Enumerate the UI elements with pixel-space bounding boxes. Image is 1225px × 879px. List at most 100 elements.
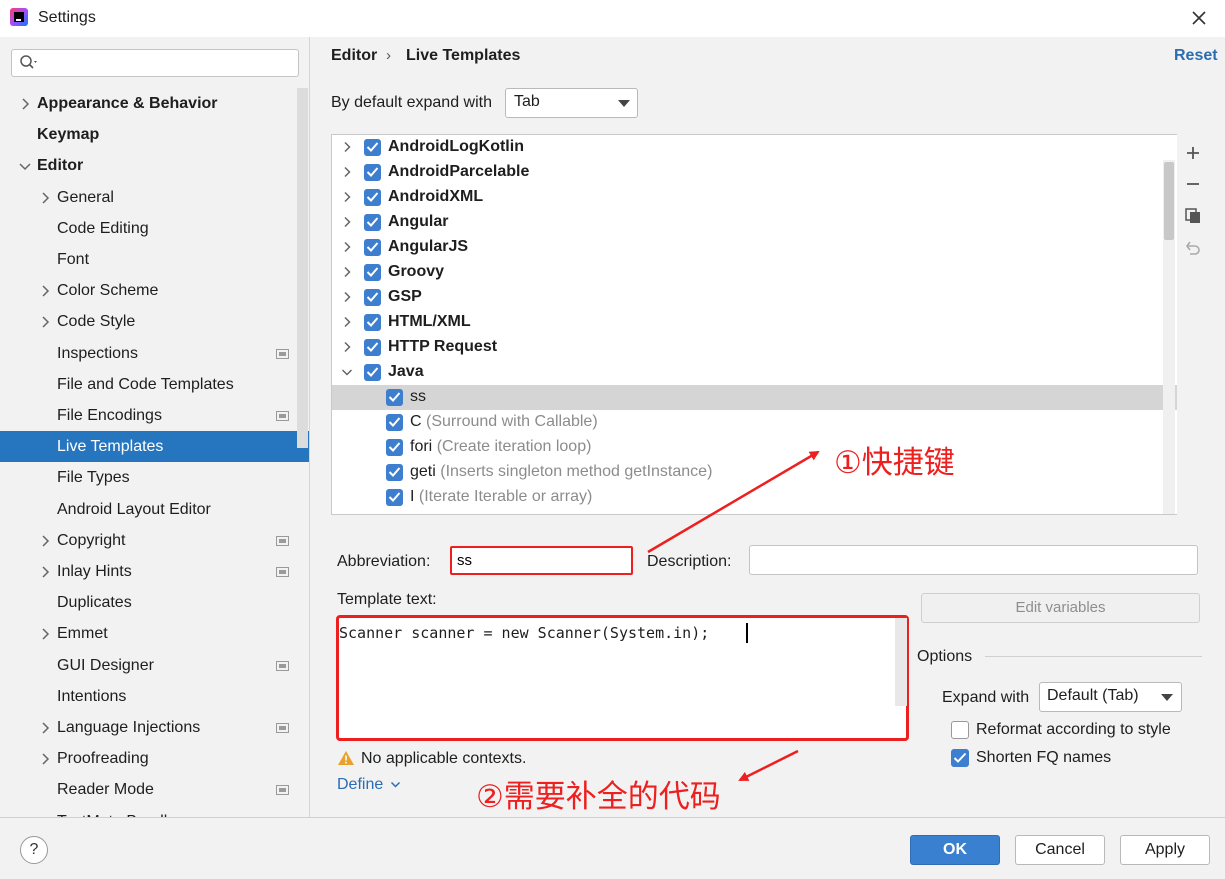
default-expand-dropdown[interactable]: Tab <box>505 88 638 118</box>
templates-list[interactable]: AndroidLogKotlin AndroidParcelable Android… <box>331 134 1178 515</box>
tree-item[interactable]: Inlay Hints <box>0 556 309 587</box>
template-row[interactable]: ss <box>332 385 1177 410</box>
chevron-right-icon[interactable] <box>38 565 52 579</box>
template-group-row[interactable]: Angular <box>332 210 1177 235</box>
tree-item[interactable]: GUI Designer <box>0 650 309 681</box>
chevron-right-icon[interactable] <box>38 315 52 329</box>
template-checkbox[interactable] <box>364 214 381 231</box>
ok-button[interactable]: OK <box>910 835 1000 865</box>
tree-item[interactable]: Code Style <box>0 306 309 337</box>
close-button[interactable] <box>1184 4 1214 32</box>
template-group-row[interactable]: Groovy <box>332 260 1177 285</box>
tree-item[interactable]: Android Layout Editor <box>0 494 309 525</box>
template-checkbox[interactable] <box>364 164 381 181</box>
define-contexts-link[interactable]: Define <box>337 776 383 794</box>
chevron-right-icon[interactable] <box>341 316 353 328</box>
chevron-right-icon[interactable] <box>341 166 353 178</box>
tree-item[interactable]: Language Injections <box>0 712 309 743</box>
chevron-right-icon[interactable] <box>18 97 32 111</box>
tree-item[interactable]: Emmet <box>0 618 309 649</box>
chevron-right-icon[interactable] <box>341 266 353 278</box>
chevron-right-icon[interactable] <box>341 241 353 253</box>
template-group-row[interactable]: AndroidLogKotlin <box>332 135 1177 160</box>
template-checkbox[interactable] <box>364 289 381 306</box>
chevron-down-icon[interactable] <box>341 366 353 378</box>
tree-item[interactable]: File Types <box>0 462 309 493</box>
tree-item[interactable]: File Encodings <box>0 400 309 431</box>
template-group-row[interactable]: GSP <box>332 285 1177 310</box>
reformat-label[interactable]: Reformat according to style <box>976 721 1171 739</box>
chevron-right-icon[interactable] <box>341 216 353 228</box>
template-checkbox[interactable] <box>386 464 403 481</box>
tree-item[interactable]: Intentions <box>0 681 309 712</box>
search-box[interactable] <box>11 49 299 77</box>
chevron-right-icon[interactable] <box>341 291 353 303</box>
template-checkbox[interactable] <box>364 314 381 331</box>
cancel-button[interactable]: Cancel <box>1015 835 1105 865</box>
abbreviation-input[interactable] <box>450 546 633 575</box>
description-input[interactable] <box>749 545 1198 575</box>
chevron-down-icon[interactable] <box>18 159 32 173</box>
restore-template-button[interactable] <box>1181 236 1205 260</box>
template-checkbox[interactable] <box>386 414 403 431</box>
tree-item[interactable]: TextMate Bundles <box>0 806 309 817</box>
template-checkbox[interactable] <box>386 489 403 506</box>
tree-item[interactable]: Proofreading <box>0 743 309 774</box>
help-button[interactable]: ? <box>20 836 48 864</box>
tree-item[interactable]: Appearance & Behavior <box>0 88 309 119</box>
reset-link[interactable]: Reset <box>1174 47 1218 65</box>
tree-item[interactable]: Keymap <box>0 119 309 150</box>
chevron-right-icon[interactable] <box>38 627 52 641</box>
template-row[interactable]: I (Iterate Iterable or array) <box>332 485 1177 510</box>
reformat-checkbox[interactable] <box>951 721 969 739</box>
edit-variables-button[interactable]: Edit variables <box>921 593 1200 623</box>
tree-item[interactable]: Reader Mode <box>0 774 309 805</box>
breadcrumb-editor[interactable]: Editor <box>331 47 377 65</box>
apply-button[interactable]: Apply <box>1120 835 1210 865</box>
template-group-row[interactable]: AndroidXML <box>332 185 1177 210</box>
template-text-scrollbar[interactable] <box>895 618 907 706</box>
tree-item[interactable]: Code Editing <box>0 213 309 244</box>
template-checkbox[interactable] <box>364 339 381 356</box>
chevron-right-icon[interactable] <box>38 284 52 298</box>
tree-item[interactable]: File and Code Templates <box>0 369 309 400</box>
shorten-fq-checkbox[interactable] <box>951 749 969 767</box>
template-row[interactable]: C (Surround with Callable) <box>332 410 1177 435</box>
tree-scrollbar[interactable] <box>297 88 308 448</box>
template-row[interactable]: fori (Create iteration loop) <box>332 435 1177 460</box>
chevron-right-icon[interactable] <box>38 721 52 735</box>
add-template-button[interactable] <box>1181 141 1205 165</box>
tree-item[interactable]: Color Scheme <box>0 275 309 306</box>
tree-item[interactable]: Inspections <box>0 338 309 369</box>
tree-item[interactable]: Editor <box>0 150 309 181</box>
templates-scrollbar-thumb[interactable] <box>1164 162 1174 240</box>
chevron-right-icon[interactable] <box>341 141 353 153</box>
tree-item[interactable]: Duplicates <box>0 587 309 618</box>
expand-with-dropdown[interactable]: Default (Tab) <box>1039 682 1182 712</box>
chevron-right-icon[interactable] <box>341 341 353 353</box>
chevron-right-icon[interactable] <box>38 534 52 548</box>
template-checkbox[interactable] <box>364 364 381 381</box>
template-checkbox[interactable] <box>364 239 381 256</box>
tree-item[interactable]: Live Templates <box>0 431 309 463</box>
template-checkbox[interactable] <box>364 264 381 281</box>
template-checkbox[interactable] <box>364 139 381 156</box>
template-row[interactable]: geti (Inserts singleton method getInstan… <box>332 460 1177 485</box>
template-group-row[interactable]: AngularJS <box>332 235 1177 260</box>
template-text-editor[interactable]: Scanner scanner = new Scanner(System.in)… <box>336 615 909 741</box>
template-group-row[interactable]: Java <box>332 360 1177 385</box>
template-group-row[interactable]: HTTP Request <box>332 335 1177 360</box>
search-input[interactable] <box>42 53 292 73</box>
template-group-row[interactable]: AndroidParcelable <box>332 160 1177 185</box>
template-checkbox[interactable] <box>364 189 381 206</box>
chevron-down-icon[interactable] <box>390 779 401 790</box>
shorten-fq-label[interactable]: Shorten FQ names <box>976 749 1111 767</box>
template-group-row[interactable]: HTML/XML <box>332 310 1177 335</box>
chevron-right-icon[interactable] <box>38 752 52 766</box>
tree-item[interactable]: General <box>0 182 309 213</box>
chevron-right-icon[interactable] <box>341 191 353 203</box>
remove-template-button[interactable] <box>1181 172 1205 196</box>
chevron-right-icon[interactable] <box>38 191 52 205</box>
template-checkbox[interactable] <box>386 389 403 406</box>
copy-template-button[interactable] <box>1181 204 1205 228</box>
